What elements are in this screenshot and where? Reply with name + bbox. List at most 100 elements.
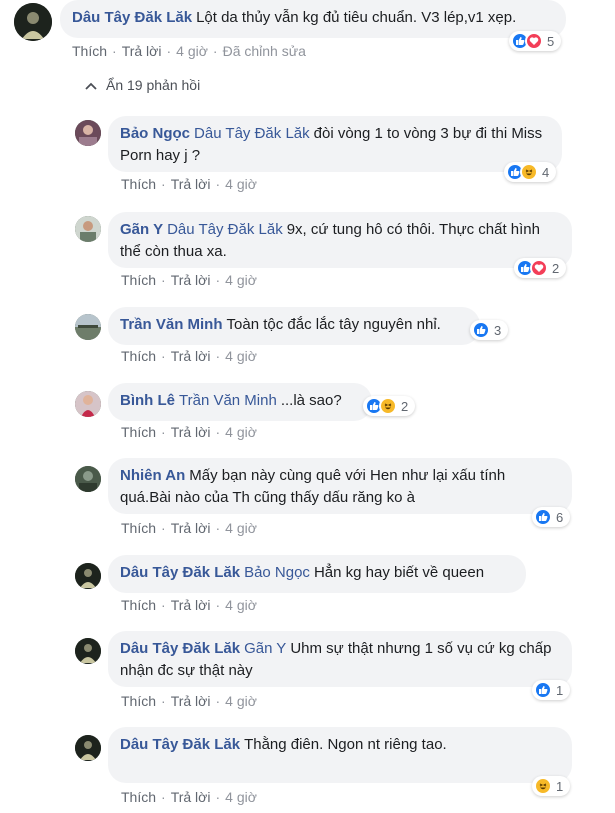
- comment-author[interactable]: Bình Lê: [120, 392, 175, 409]
- avatar[interactable]: [75, 638, 101, 664]
- reply-link[interactable]: Trả lời: [171, 272, 211, 288]
- mention-link[interactable]: Gãn Y: [244, 640, 286, 657]
- comment-actions: Thích · Trả lời · 4 giờ: [121, 520, 257, 536]
- comment-bubble: Trần Văn Minh Toàn tộc đắc lắc tây nguyên…: [108, 307, 480, 345]
- comment-actions: Thích · Trả lời · 4 giờ · Đã chỉnh sửa: [72, 43, 306, 59]
- avatar[interactable]: [75, 563, 101, 589]
- timestamp[interactable]: 4 giờ: [225, 424, 257, 440]
- comment-author[interactable]: Nhiên An: [120, 467, 185, 484]
- haha-reaction-icon: [534, 777, 552, 795]
- like-link[interactable]: Thích: [121, 348, 156, 364]
- comment-actions: Thích · Trả lời · 4 giờ: [121, 693, 257, 709]
- reply-link[interactable]: Trả lời: [171, 348, 211, 364]
- reply-link[interactable]: Trả lời: [171, 789, 211, 805]
- like-link[interactable]: Thích: [72, 43, 107, 59]
- like-link[interactable]: Thích: [121, 693, 156, 709]
- love-reaction-icon: [525, 32, 543, 50]
- reaction-summary[interactable]: 4: [504, 162, 557, 182]
- comment-text: Hẳn kg hay biết về queen: [313, 564, 485, 581]
- reaction-summary[interactable]: 5: [509, 31, 562, 51]
- reply-link[interactable]: Trả lời: [171, 693, 211, 709]
- like-link[interactable]: Thích: [121, 424, 156, 440]
- love-reaction-icon: [530, 259, 548, 277]
- comment-author[interactable]: Dâu Tây Đăk Lăk: [120, 564, 240, 581]
- reaction-summary[interactable]: 2: [514, 258, 567, 278]
- edited-label[interactable]: Đã chỉnh sửa: [223, 43, 306, 59]
- timestamp[interactable]: 4 giờ: [225, 348, 257, 364]
- comment-actions: Thích · Trả lời · 4 giờ: [121, 597, 257, 613]
- reaction-summary[interactable]: 6: [532, 507, 571, 527]
- comment-author[interactable]: Dâu Tây Đăk Lăk: [120, 736, 240, 753]
- reply-link[interactable]: Trả lời: [171, 597, 211, 613]
- comment-actions: Thích · Trả lời · 4 giờ: [121, 424, 257, 440]
- reply-link[interactable]: Trả lời: [171, 520, 211, 536]
- timestamp[interactable]: 4 giờ: [225, 789, 257, 805]
- avatar[interactable]: [75, 314, 101, 340]
- like-reaction-icon: [472, 321, 490, 339]
- timestamp[interactable]: 4 giờ: [225, 520, 257, 536]
- like-reaction-icon: [534, 681, 552, 699]
- reply-link[interactable]: Trả lời: [171, 176, 211, 192]
- avatar[interactable]: [75, 735, 101, 761]
- reaction-count: 1: [556, 682, 564, 698]
- timestamp[interactable]: 4 giờ: [176, 43, 208, 59]
- haha-reaction-icon: [520, 163, 538, 181]
- reaction-count: 1: [556, 778, 564, 794]
- timestamp[interactable]: 4 giờ: [225, 176, 257, 192]
- avatar[interactable]: [75, 120, 101, 146]
- mention-link[interactable]: Dâu Tây Đăk Lăk: [167, 221, 283, 238]
- mention-link[interactable]: Bảo Ngọc: [244, 564, 310, 581]
- reaction-count: 2: [552, 260, 560, 276]
- like-reaction-icon: [534, 508, 552, 526]
- reaction-count: 2: [401, 398, 409, 414]
- reaction-summary[interactable]: 1: [532, 680, 571, 700]
- reaction-summary[interactable]: 2: [363, 396, 416, 416]
- mention-link[interactable]: Trần Văn Minh: [179, 392, 277, 409]
- hide-replies-toggle[interactable]: Ẩn 19 phản hồi: [85, 77, 200, 93]
- comment-actions: Thích · Trả lời · 4 giờ: [121, 176, 257, 192]
- avatar[interactable]: [75, 466, 101, 492]
- reaction-count: 5: [547, 33, 555, 49]
- timestamp[interactable]: 4 giờ: [225, 272, 257, 288]
- avatar[interactable]: [75, 391, 101, 417]
- reply-link[interactable]: Trả lời: [171, 424, 211, 440]
- avatar[interactable]: [75, 216, 101, 242]
- timestamp[interactable]: 4 giờ: [225, 693, 257, 709]
- reaction-count: 6: [556, 509, 564, 525]
- comment-author[interactable]: Dâu Tây Đăk Lăk: [72, 9, 192, 26]
- comment-bubble: Bình Lê Trần Văn Minh ...là sao?: [108, 383, 372, 421]
- comment-actions: Thích · Trả lời · 4 giờ: [121, 789, 257, 805]
- comment-bubble: Dâu Tây Đăk Lăk Lột da thủy vẫn kg đủ tiê…: [60, 0, 566, 38]
- comment-author[interactable]: Dâu Tây Đăk Lăk: [120, 640, 240, 657]
- avatar[interactable]: [14, 3, 52, 41]
- hide-replies-label: Ẩn 19 phản hồi: [106, 77, 201, 93]
- timestamp[interactable]: 4 giờ: [225, 597, 257, 613]
- comment-bubble: Gãn Y Dâu Tây Đăk Lăk 9x, cứ tung hô có th…: [108, 212, 572, 268]
- comment-text: Lột da thủy vẫn kg đủ tiêu chuẩn. V3 lép…: [196, 9, 517, 26]
- reaction-summary[interactable]: 3: [470, 320, 509, 340]
- like-link[interactable]: Thích: [121, 176, 156, 192]
- comment-author[interactable]: Gãn Y: [120, 221, 163, 238]
- haha-reaction-icon: [379, 397, 397, 415]
- chevron-up-icon: [85, 77, 97, 93]
- mention-link[interactable]: Dâu Tây Đăk Lăk: [194, 125, 310, 142]
- like-link[interactable]: Thích: [121, 597, 156, 613]
- comment-bubble: Dâu Tây Đăk Lăk Bảo Ngọc Hẳn kg hay biết v…: [108, 555, 526, 593]
- comment-author[interactable]: Bảo Ngọc: [120, 125, 190, 142]
- comment-bubble: Dâu Tây Đăk Lăk Gãn Y Uhm sự thật nhưng 1 …: [108, 631, 572, 687]
- comment-text: Toàn tộc đắc lắc tây nguyên nhỉ.: [226, 316, 441, 333]
- reaction-count: 3: [494, 322, 502, 338]
- like-link[interactable]: Thích: [121, 272, 156, 288]
- comment-bubble: Dâu Tây Đăk Lăk Thằng điên. Ngon nt riêng…: [108, 727, 572, 783]
- comment-text: ...là sao?: [280, 392, 342, 409]
- reaction-summary[interactable]: 1: [532, 776, 571, 796]
- comment-author[interactable]: Trần Văn Minh: [120, 316, 223, 333]
- like-link[interactable]: Thích: [121, 520, 156, 536]
- like-link[interactable]: Thích: [121, 789, 156, 805]
- reaction-count: 4: [542, 164, 550, 180]
- comment-bubble: Bảo Ngọc Dâu Tây Đăk Lăk đòi vòng 1 to vòn…: [108, 116, 562, 172]
- comment-text: Thằng điên. Ngon nt riêng tao.: [244, 736, 447, 753]
- reply-link[interactable]: Trả lời: [122, 43, 162, 59]
- comment-bubble: Nhiên An Mấy bạn này cùng quê với Hen như…: [108, 458, 572, 514]
- comment-actions: Thích · Trả lời · 4 giờ: [121, 348, 257, 364]
